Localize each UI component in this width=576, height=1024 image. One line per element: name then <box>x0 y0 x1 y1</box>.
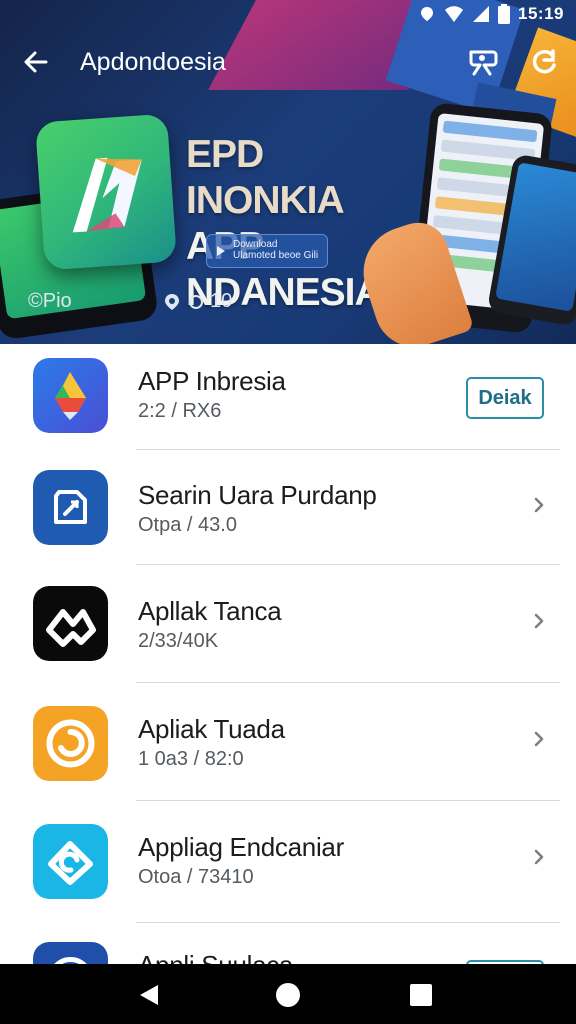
wifi-icon <box>445 6 464 22</box>
list-item[interactable]: Apllak Tanca 2/33/40K <box>0 566 576 683</box>
app-name: Apllak Tanca <box>138 596 282 626</box>
list-item[interactable]: Apliak Tuada 1 0a3 / 82:0 <box>0 684 576 801</box>
app-subtitle: 2/33/40K <box>138 630 219 652</box>
notification-dot-icon <box>421 7 434 21</box>
install-button[interactable]: Deiak <box>466 377 544 419</box>
divider <box>136 800 560 801</box>
dot-icon <box>189 294 203 309</box>
capcut-icon <box>33 586 108 661</box>
arrow-left-icon[interactable] <box>20 46 52 78</box>
list-item[interactable]: Apnli Suulaca <box>0 922 576 964</box>
promo-banner: 15:19 Apdondoesia EPD INONKIA NDANESIA D… <box>0 0 576 344</box>
home-circle-icon[interactable] <box>275 982 301 1008</box>
app-logo-icon <box>72 157 142 233</box>
banner-headline-line1: EPD INONKIA <box>186 133 345 222</box>
banner-download-button[interactable]: Download Ulamoted beoe Gili <box>206 234 328 268</box>
banner-footer-text: ©Pio <box>28 290 72 312</box>
app-subtitle: 2:2 / RX6 <box>138 400 222 422</box>
divider <box>136 564 560 565</box>
signal-icon <box>473 6 490 22</box>
recents-square-icon[interactable] <box>408 982 434 1008</box>
app-name: Apnli Suulaca <box>138 950 293 964</box>
battery-icon <box>498 4 511 24</box>
banner-rating: 10 <box>162 290 232 313</box>
list-item[interactable]: APP Inbresia 2:2 / RX6 Deiak <box>0 344 576 460</box>
app-subtitle: Otpa / 43.0 <box>138 514 237 536</box>
top-app-bar: Apdondoesia <box>0 36 576 88</box>
list-item[interactable]: Searin Uara Purdanp Otpa / 43.0 <box>0 450 576 566</box>
app-name: Appliag Endcaniar <box>138 832 344 862</box>
chevron-right-icon[interactable] <box>530 730 548 748</box>
back-triangle-icon[interactable] <box>136 982 162 1008</box>
edit-share-icon <box>33 470 108 545</box>
banner-rating-value: 10 <box>210 290 233 312</box>
blue-app-icon <box>33 942 108 964</box>
status-bar: 15:19 <box>0 0 576 28</box>
system-nav-bar <box>0 964 576 1024</box>
divider <box>136 682 560 683</box>
app-name: APP Inbresia <box>138 366 286 396</box>
app-list: APP Inbresia 2:2 / RX6 Deiak Searin Uara… <box>0 344 576 964</box>
chevron-right-icon[interactable] <box>530 496 548 514</box>
refresh-ring-icon <box>33 824 108 899</box>
banner-button-label: Download Ulamoted beoe Gili <box>233 239 319 261</box>
chevron-right-icon[interactable] <box>530 848 548 866</box>
play-icon <box>217 246 225 256</box>
status-time: 15:19 <box>518 4 564 23</box>
chevron-right-icon[interactable] <box>530 612 548 630</box>
app-subtitle: Otoa / 73410 <box>138 866 254 888</box>
banner-app-logo <box>34 113 178 271</box>
google-drive-icon <box>33 358 108 433</box>
list-item[interactable]: Appliag Endcaniar Otoa / 73410 <box>0 802 576 923</box>
app-screen: 15:19 Apdondoesia EPD INONKIA NDANESIA D… <box>0 0 576 1024</box>
target-swirl-icon <box>33 706 108 781</box>
user-edit-icon[interactable] <box>466 46 500 78</box>
app-name: Searin Uara Purdanp <box>138 480 377 510</box>
sync-icon[interactable] <box>528 46 560 78</box>
app-subtitle: 1 0a3 / 82:0 <box>138 748 244 770</box>
app-name: Apliak Tuada <box>138 714 285 744</box>
location-pin-icon <box>165 293 179 310</box>
page-title: Apdondoesia <box>80 48 226 76</box>
